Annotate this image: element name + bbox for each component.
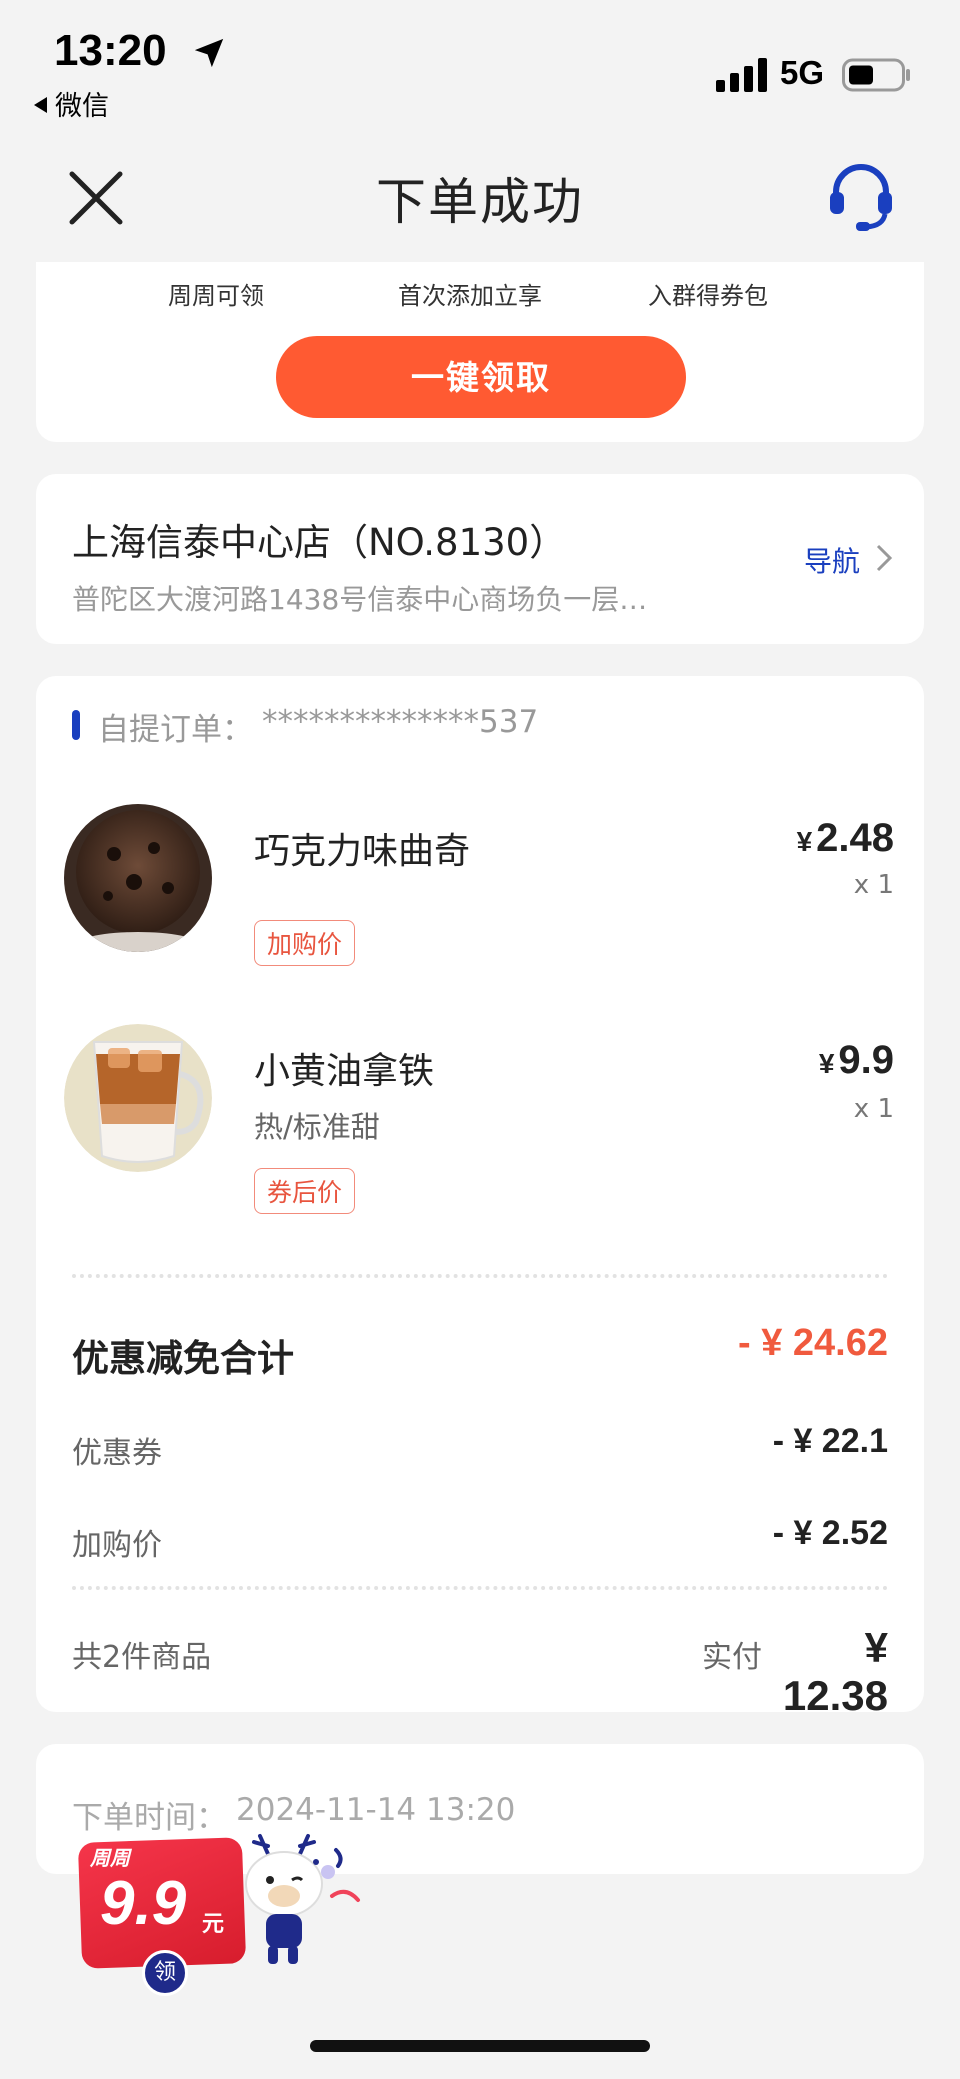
product-name: 巧克力味曲奇 (254, 831, 471, 872)
customer-service-icon[interactable] (826, 160, 896, 232)
claim-all-button[interactable]: 一键领取 (276, 336, 686, 418)
home-indicator[interactable] (310, 2040, 650, 2052)
after-coupon-price-tag: 券后价 (254, 1168, 356, 1214)
divider (72, 1586, 888, 1590)
order-time-label: 下单时间： (72, 1800, 227, 1836)
add-on-discount-label: 加购价 (72, 1528, 162, 1563)
store-address: 普陀区大渡河路1438号信泰中心商场负一层… (72, 583, 648, 616)
price-value: 9.9 (838, 1038, 894, 1082)
product-qty: x 1 (853, 870, 894, 900)
item-count: 共2件商品 (72, 1640, 212, 1675)
product-name: 小黄油拿铁 (254, 1051, 435, 1092)
promo-weekly-label: 周周 (90, 1846, 130, 1870)
add-on-discount-amount: - ¥ 2.52 (772, 1514, 888, 1552)
promo-price: 9.9 (100, 1869, 187, 1938)
back-triangle-icon (34, 97, 47, 113)
product-qty: x 1 (853, 1094, 894, 1124)
page-title: 下单成功 (376, 173, 584, 231)
navigate-link[interactable]: 导航 (804, 540, 860, 580)
back-to-app-link[interactable]: 微信 (34, 84, 109, 123)
discount-total-title: 优惠减免合计 (72, 1337, 294, 1380)
order-type-label: 自提订单： (98, 712, 253, 748)
perk-join-group: 入群得券包 (648, 282, 768, 310)
coupon-discount-label: 优惠券 (72, 1436, 162, 1471)
product-image-latte (64, 1024, 212, 1172)
price-value: 2.48 (816, 816, 894, 860)
paid-amount: ¥ 12.38 (782, 1624, 888, 1719)
add-on-price-tag: 加购价 (254, 920, 356, 966)
product-price: ¥9.9 (700, 1038, 894, 1083)
currency-symbol: ¥ (796, 826, 813, 857)
chevron-right-icon[interactable] (872, 542, 896, 574)
promo-claim-button[interactable]: 领 (142, 1950, 188, 1996)
deer-mascot-icon (245, 1834, 360, 1964)
order-time-value: 2024-11-14 13:20 (236, 1792, 516, 1828)
network-label: 5G (780, 54, 825, 91)
currency-symbol: ¥ (818, 1048, 835, 1079)
location-arrow-icon (194, 38, 224, 68)
discount-total-amount: - ¥ 24.62 (738, 1322, 888, 1364)
battery-icon (842, 58, 910, 92)
paid-label: 实付 (702, 1640, 762, 1675)
divider (72, 1274, 888, 1278)
order-number: **************537 (262, 704, 539, 740)
perk-first-add: 首次添加立享 (398, 282, 542, 310)
order-accent-bar (72, 710, 80, 740)
coupon-discount-amount: - ¥ 22.1 (772, 1422, 888, 1460)
product-image-cookie (64, 804, 212, 952)
status-time: 13:20 (54, 26, 167, 75)
back-app-label: 微信 (55, 91, 109, 122)
product-price: ¥2.48 (700, 816, 894, 861)
product-spec: 热/标准甜 (254, 1110, 380, 1144)
perk-weekly: 周周可领 (168, 282, 264, 310)
store-name: 上海信泰中心店（NO.8130） (72, 521, 567, 564)
signal-icon (716, 58, 767, 92)
